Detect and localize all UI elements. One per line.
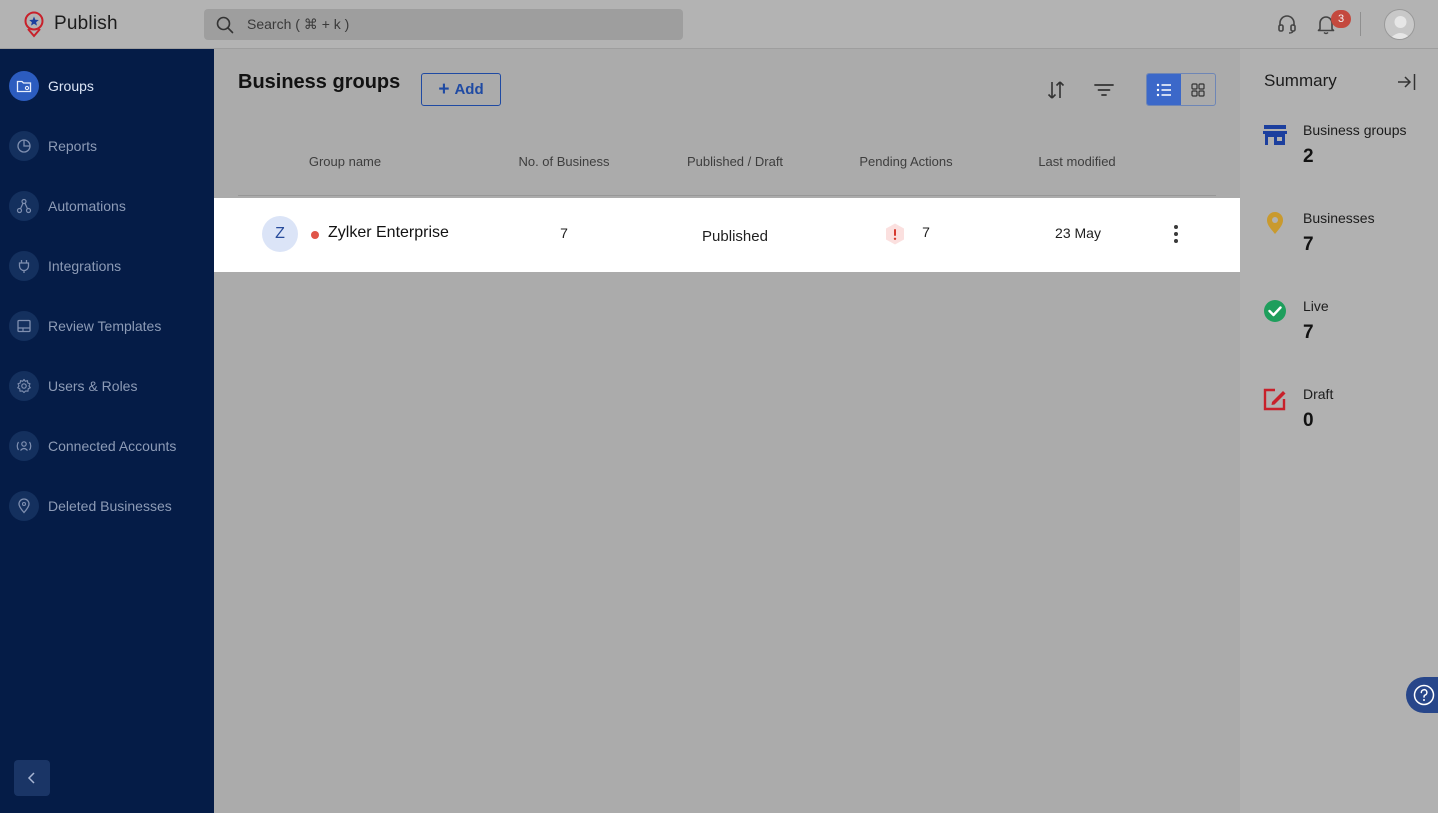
more-options-icon[interactable] (1172, 222, 1180, 246)
publish-logo-icon (24, 11, 44, 38)
collapse-right-icon[interactable] (1396, 71, 1418, 93)
table-row[interactable]: Z Zylker Enterprise 7 Published 7 23 May (214, 198, 1240, 272)
search-icon (216, 16, 234, 33)
pending-count: 7 (922, 224, 930, 240)
sidebar-item-label: Groups (48, 78, 94, 94)
pie-chart-icon (9, 131, 39, 161)
search-input[interactable]: Search ( ⌘ + k ) (204, 9, 683, 40)
sort-icon[interactable] (1044, 78, 1068, 102)
plug-icon (9, 251, 39, 281)
summary-label: Draft (1303, 386, 1334, 402)
sidebar-item-users-roles[interactable]: Users & Roles (0, 366, 214, 406)
sidebar-item-review-templates[interactable]: Review Templates (0, 306, 214, 346)
sidebar-item-label: Reports (48, 138, 98, 154)
sidebar-item-label: Review Templates (48, 318, 162, 334)
summary-value: 7 (1303, 322, 1314, 343)
sidebar-item-integrations[interactable]: Integrations (0, 246, 214, 286)
sidebar-item-connected-accounts[interactable]: Connected Accounts (0, 426, 214, 466)
sidebar-item-deleted-businesses[interactable]: Deleted Businesses (0, 486, 214, 526)
sidebar-item-label: Deleted Businesses (48, 498, 172, 514)
sidebar: Groups Reports Automations Integrations … (0, 49, 214, 813)
brand[interactable]: Publish (22, 10, 118, 38)
flow-icon (9, 191, 39, 221)
app-name: Publish (54, 13, 118, 34)
notification-badge: 3 (1331, 10, 1351, 28)
summary-value: 2 (1303, 146, 1314, 167)
location-pin-icon (9, 491, 39, 521)
map-pin-icon (1267, 212, 1283, 234)
column-header-last-modified[interactable]: Last modified (1022, 154, 1132, 169)
summary-live: Live 7 (1240, 298, 1438, 358)
divider (238, 195, 1216, 196)
add-button[interactable]: + Add (421, 73, 501, 106)
edit-icon (1263, 388, 1286, 411)
group-avatar: Z (262, 216, 298, 252)
summary-label: Businesses (1303, 210, 1375, 226)
grid-icon (1191, 82, 1205, 97)
sidebar-item-reports[interactable]: Reports (0, 126, 214, 166)
list-icon (1156, 83, 1171, 96)
gear-icon (9, 371, 39, 401)
last-modified: 23 May (1055, 225, 1101, 241)
sidebar-collapse-button[interactable] (14, 760, 50, 796)
summary-value: 7 (1303, 234, 1314, 255)
summary-label: Business groups (1303, 122, 1407, 138)
plus-icon: + (438, 78, 450, 100)
check-circle-icon (1264, 300, 1286, 322)
page-title: Business groups (238, 71, 401, 93)
summary-value: 0 (1303, 410, 1314, 431)
summary-businesses: Businesses 7 (1240, 210, 1438, 270)
template-icon (9, 311, 39, 341)
view-toggle (1146, 73, 1216, 106)
chevron-left-icon (27, 772, 35, 784)
summary-label: Live (1303, 298, 1329, 314)
filter-icon[interactable] (1092, 78, 1116, 102)
summary-business-groups: Business groups 2 (1240, 122, 1438, 182)
column-header-published-draft[interactable]: Published / Draft (670, 154, 800, 169)
summary-title: Summary (1264, 71, 1337, 90)
user-avatar[interactable] (1384, 9, 1415, 40)
store-icon (1263, 125, 1287, 145)
folder-pin-icon (9, 71, 39, 101)
help-icon (1413, 684, 1435, 706)
summary-draft: Draft 0 (1240, 386, 1438, 446)
sidebar-item-automations[interactable]: Automations (0, 186, 214, 226)
sidebar-item-groups[interactable]: Groups (0, 66, 214, 106)
user-silhouette-icon (1389, 16, 1412, 39)
divider (1360, 12, 1361, 36)
list-view-button[interactable] (1147, 74, 1181, 105)
column-header-pending-actions[interactable]: Pending Actions (844, 154, 968, 169)
group-name[interactable]: Zylker Enterprise (328, 224, 449, 242)
help-button[interactable] (1406, 677, 1438, 713)
sidebar-item-label: Connected Accounts (48, 438, 177, 454)
headset-icon[interactable] (1275, 12, 1299, 36)
connected-user-icon (9, 431, 39, 461)
main-content: Business groups + Add Group name No. of … (214, 49, 1240, 813)
status-dot (311, 231, 319, 239)
business-count: 7 (560, 225, 568, 241)
top-bar: Publish Search ( ⌘ + k ) 3 (0, 0, 1438, 49)
add-button-label: Add (454, 81, 484, 98)
sidebar-item-label: Integrations (48, 258, 122, 274)
alert-hexagon-icon (886, 223, 904, 245)
column-header-group-name[interactable]: Group name (292, 154, 398, 169)
publish-status: Published (702, 228, 768, 245)
column-header-businesses[interactable]: No. of Business (504, 154, 624, 169)
sidebar-item-label: Automations (48, 198, 126, 214)
grid-view-button[interactable] (1181, 74, 1215, 105)
search-placeholder: Search ( ⌘ + k ) (247, 16, 350, 32)
sidebar-item-label: Users & Roles (48, 378, 138, 394)
